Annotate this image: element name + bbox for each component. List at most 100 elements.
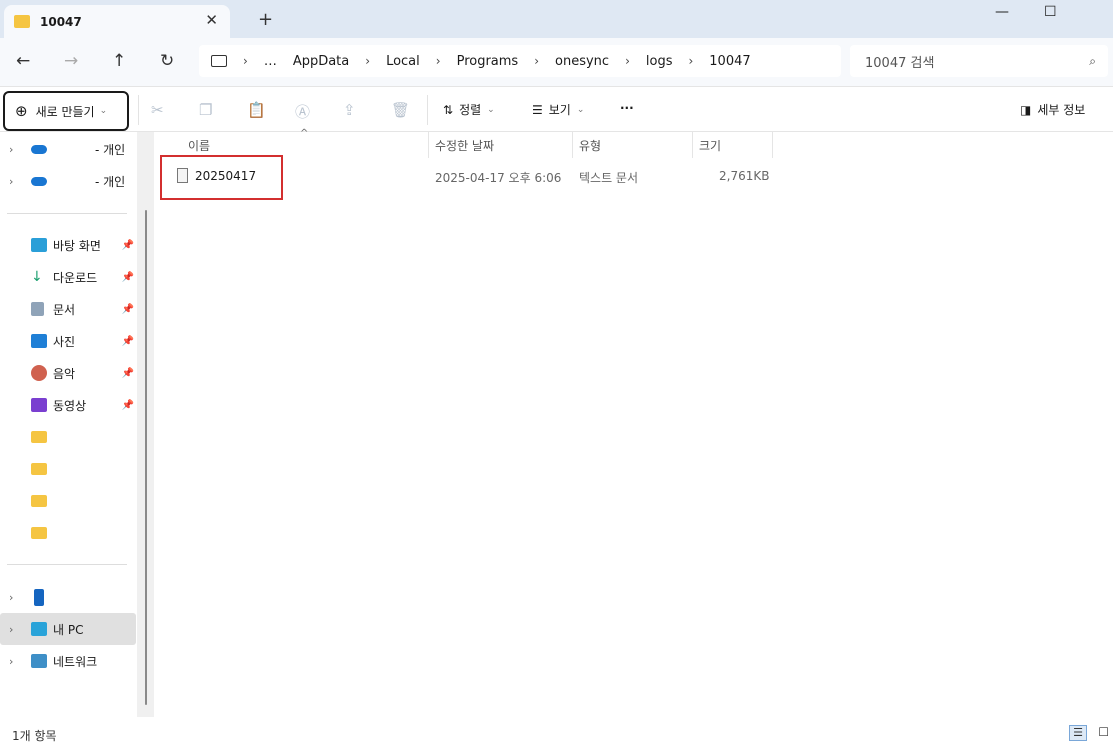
breadcrumb-programs[interactable]: Programs <box>457 54 519 69</box>
sidebar-item-folder[interactable] <box>0 485 136 517</box>
share-icon[interactable]: ⇪ <box>343 101 356 119</box>
sort-icon: ⇅ <box>443 102 454 117</box>
chevron-down-icon: ⌄ <box>487 104 495 115</box>
sidebar-item-desktop[interactable]: 바탕 화면 📌 <box>0 229 136 261</box>
chevron-right-icon: › <box>243 54 248 68</box>
back-button[interactable]: ← <box>16 51 30 71</box>
sidebar-scrollbar[interactable] <box>137 132 154 717</box>
sidebar-label: 동영상 <box>53 398 87 413</box>
sidebar-item-documents[interactable]: 문서 📌 <box>0 293 136 325</box>
chevron-right-icon[interactable]: › <box>9 143 13 156</box>
sidebar-label: 바탕 화면 <box>53 238 101 253</box>
folder-icon <box>31 431 47 443</box>
view-button[interactable]: ☰ 보기 ⌄ <box>532 101 584 118</box>
sidebar-item-phone[interactable]: › <box>0 581 136 613</box>
view-label: 보기 <box>548 103 571 117</box>
chevron-right-icon[interactable]: › <box>9 175 13 188</box>
search-placeholder: 10047 검색 <box>865 55 935 71</box>
column-date[interactable]: 수정한 날짜 <box>435 137 494 154</box>
new-tab-button[interactable]: + <box>258 9 273 30</box>
tab-10047[interactable]: 10047 ✕ <box>4 5 230 38</box>
pin-icon[interactable]: 📌 <box>122 304 134 315</box>
minimize-button[interactable]: — <box>995 4 1009 20</box>
sidebar-label: - 개인 <box>95 174 126 189</box>
column-type[interactable]: 유형 <box>579 137 601 154</box>
file-list: ^ 이름 수정한 날짜 유형 크기 20250417 2025-04-17 오후… <box>154 128 1113 717</box>
computer-icon <box>211 55 227 67</box>
file-type: 텍스트 문서 <box>579 171 639 185</box>
chevron-right-icon: › <box>688 54 694 68</box>
computer-icon <box>31 622 47 636</box>
rename-icon[interactable]: Ⓐ <box>295 101 310 122</box>
item-count: 1개 항목 <box>12 729 57 743</box>
sort-label: 정렬 <box>459 103 482 117</box>
tab-title: 10047 <box>40 14 82 29</box>
sidebar-item-this-pc[interactable]: › 내 PC <box>0 613 136 645</box>
new-button[interactable]: ⊕ 새로 만들기 ⌄ <box>3 91 129 131</box>
pin-icon[interactable]: 📌 <box>122 272 134 283</box>
sidebar-label: 문서 <box>53 302 76 317</box>
desktop-icon <box>31 238 47 252</box>
pin-icon[interactable]: 📌 <box>122 400 134 411</box>
sidebar-item-network[interactable]: › 네트워크 <box>0 645 136 677</box>
paste-icon[interactable]: 📋 <box>247 101 266 119</box>
sidebar-item-folder[interactable] <box>0 517 136 549</box>
column-size[interactable]: 크기 <box>699 137 721 154</box>
network-icon <box>31 654 47 668</box>
copy-icon[interactable]: ❐ <box>199 101 212 119</box>
pin-icon[interactable]: 📌 <box>122 240 134 251</box>
videos-icon <box>31 398 47 412</box>
cut-icon[interactable]: ✂ <box>151 101 164 119</box>
breadcrumb-10047[interactable]: 10047 <box>709 54 750 69</box>
chevron-down-icon: ⌄ <box>576 104 585 115</box>
breadcrumb-more[interactable]: … <box>264 54 277 69</box>
sidebar-item-folder[interactable] <box>0 453 136 485</box>
search-input[interactable]: 10047 검색 ⌕ <box>850 45 1108 77</box>
breadcrumb-local[interactable]: Local <box>386 54 420 69</box>
breadcrumb-onesync[interactable]: onesync <box>555 54 609 69</box>
sidebar-item-folder[interactable] <box>0 421 136 453</box>
sidebar-item-videos[interactable]: 동영상 📌 <box>0 389 136 421</box>
breadcrumb-appdata[interactable]: AppData <box>293 54 349 69</box>
pictures-icon <box>31 334 47 348</box>
sidebar-item-onedrive-1[interactable]: › - 개인 <box>0 133 136 165</box>
pin-icon[interactable]: 📌 <box>122 336 134 347</box>
address-bar[interactable]: › … AppData › Local › Programs › onesync › l… <box>199 45 841 77</box>
sidebar-label: 네트워크 <box>53 654 98 669</box>
search-icon: ⌕ <box>1089 53 1096 68</box>
chevron-right-icon: › <box>625 54 630 68</box>
details-label: 세부 정보 <box>1037 103 1086 117</box>
sidebar-item-music[interactable]: 음악 📌 <box>0 357 136 389</box>
folder-icon <box>31 527 47 539</box>
plus-circle-icon: ⊕ <box>15 102 28 120</box>
chevron-right-icon: › <box>534 54 540 68</box>
scrollbar-thumb[interactable] <box>145 210 147 705</box>
chevron-right-icon: › <box>435 54 441 68</box>
details-button[interactable]: ◨ 세부 정보 <box>1020 101 1085 118</box>
close-tab-icon[interactable]: ✕ <box>205 11 218 29</box>
navigation-bar: ← → ↑ ↻ › … AppData › Local › Programs › on… <box>0 38 1113 86</box>
forward-button[interactable]: → <box>64 51 78 71</box>
sidebar-label: 다운로드 <box>53 270 98 285</box>
sort-ascending-icon: ^ <box>300 128 309 139</box>
folder-icon <box>31 495 47 507</box>
up-button[interactable]: ↑ <box>112 51 126 71</box>
maximize-button[interactable]: ☐ <box>1044 4 1057 20</box>
delete-icon[interactable]: 🗑 <box>391 101 410 119</box>
sidebar-item-downloads[interactable]: ↓ 다운로드 📌 <box>0 261 136 293</box>
refresh-button[interactable]: ↻ <box>160 51 174 71</box>
chevron-down-icon: ⌄ <box>99 106 108 116</box>
chevron-right-icon[interactable]: › <box>9 591 13 604</box>
folder-icon <box>14 15 30 28</box>
more-button[interactable]: ··· <box>620 101 634 115</box>
chevron-right-icon[interactable]: › <box>9 623 13 636</box>
sidebar-item-pictures[interactable]: 사진 📌 <box>0 325 136 357</box>
sort-button[interactable]: ⇅ 정렬 ⌄ <box>443 101 495 118</box>
breadcrumb-logs[interactable]: logs <box>646 54 673 69</box>
column-name[interactable]: 이름 <box>188 137 210 154</box>
pin-icon[interactable]: 📌 <box>122 368 134 379</box>
tiles-view-icon[interactable]: ☐ <box>1098 725 1109 739</box>
details-view-icon[interactable]: ☰ <box>1069 725 1087 741</box>
chevron-right-icon[interactable]: › <box>9 655 13 668</box>
sidebar-item-onedrive-2[interactable]: › - 개인 <box>0 165 136 197</box>
